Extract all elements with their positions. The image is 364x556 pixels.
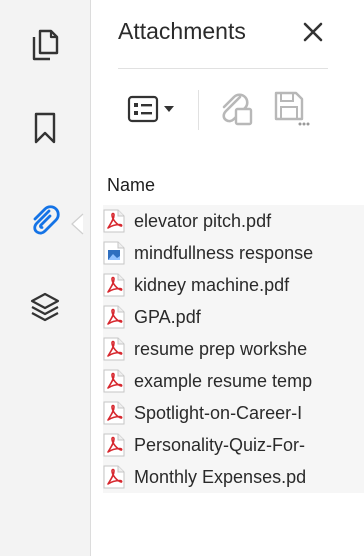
layers-icon [30,292,60,322]
save-attachment-button[interactable] [270,88,314,130]
attachment-name: kidney machine.pdf [134,274,290,295]
pdf-file-icon [103,369,125,393]
bookmarks-button[interactable] [20,103,70,153]
image-file-icon [103,241,125,265]
toolbar-separator [198,90,199,130]
layers-button[interactable] [20,283,70,333]
attachment-name: Monthly Expenses.pd [134,466,307,487]
attachment-name: resume prep workshe [134,338,308,359]
attachment-name: GPA.pdf [134,306,201,327]
copy-pages-icon [32,29,59,61]
attachment-name: example resume temp [134,370,313,391]
name-column-header[interactable]: Name [107,175,155,196]
attachment-row-elevator-pitch[interactable]: elevator pitch.pdf [103,205,364,237]
pdf-file-icon [103,273,125,297]
pdf-file-icon [103,337,125,361]
attachment-name: Spotlight-on-Career-I [134,402,303,423]
paperclip-icon [33,205,60,235]
header-divider [118,68,328,69]
bookmark-icon [34,112,56,144]
attachment-row-personality-quiz[interactable]: Personality-Quiz-For- [103,429,364,461]
save-attachment-icon [274,91,310,126]
attachment-name: mindfullness response [134,242,314,263]
options-menu-button[interactable] [118,88,184,130]
attachment-row-gpa[interactable]: GPA.pdf [103,301,364,333]
attachment-row-kidney-machine[interactable]: kidney machine.pdf [103,269,364,301]
caret-down-icon [164,106,174,112]
pdf-file-icon [103,209,125,233]
attachment-row-spotlight-on-career[interactable]: Spotlight-on-Career-I [103,397,364,429]
attachment-name: elevator pitch.pdf [134,210,272,231]
active-pointer-icon [71,213,84,235]
panel-header: Attachments [118,16,364,50]
pdf-file-icon [103,401,125,425]
attachment-list: elevator pitch.pdf mindfullness response… [103,205,364,493]
options-list-icon [127,95,159,123]
panel-title: Attachments [118,18,246,44]
close-icon [303,22,323,42]
attachments-button[interactable] [20,195,70,245]
add-attachment-button[interactable] [214,88,258,130]
attachment-row-resume-prep-workshop[interactable]: resume prep workshe [103,333,364,365]
pdf-file-icon [103,433,125,457]
attachment-row-mindfullness-response[interactable]: mindfullness response [103,237,364,269]
attachments-panel: Attachments Name elevator pitch.pdf mind… [91,0,364,556]
pdf-file-icon [103,465,125,489]
close-panel-button[interactable] [297,16,329,48]
add-attachment-icon [222,93,253,126]
attachment-row-monthly-expenses[interactable]: Monthly Expenses.pd [103,461,364,493]
attachment-name: Personality-Quiz-For- [134,434,306,455]
left-navigation-rail [0,0,91,556]
attachments-toolbar [118,84,348,134]
pdf-file-icon [103,305,125,329]
attachment-row-example-resume-template[interactable]: example resume temp [103,365,364,397]
page-thumbnails-button[interactable] [20,20,70,70]
